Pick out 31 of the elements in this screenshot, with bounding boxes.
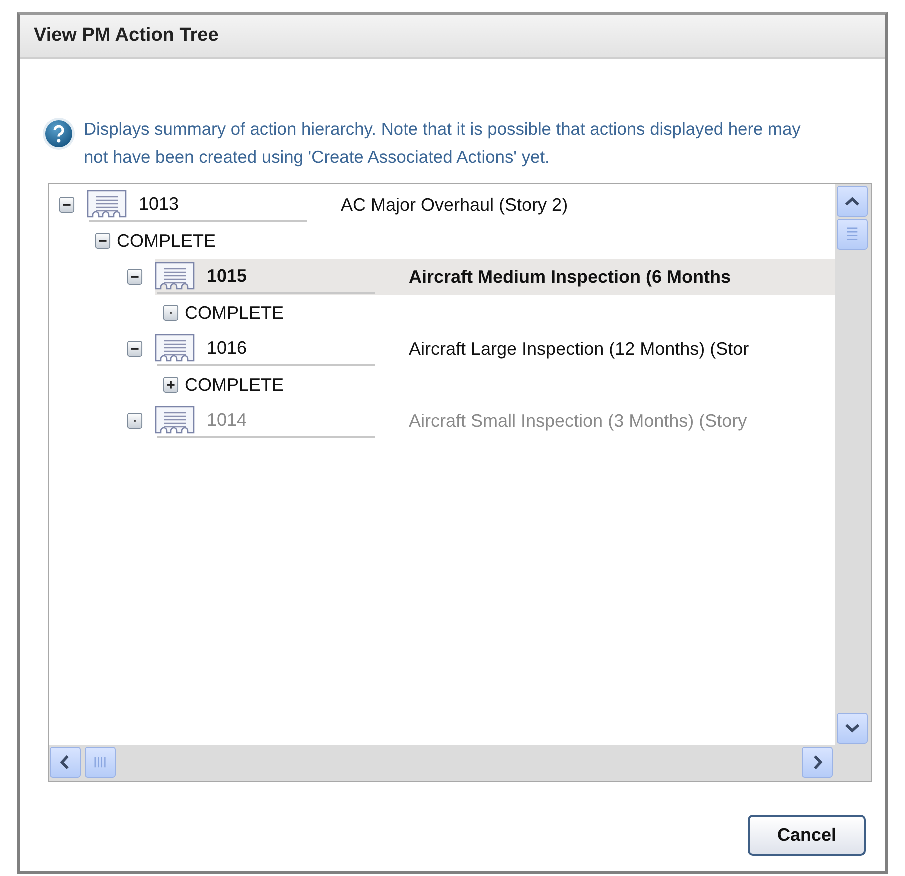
help-icon xyxy=(42,117,76,151)
action-description: AC Major Overhaul (Story 2) xyxy=(341,194,568,216)
scroll-down-button[interactable] xyxy=(837,713,868,744)
scroll-up-button[interactable] xyxy=(837,186,868,217)
action-description: Aircraft Large Inspection (12 Months) (Stor xyxy=(409,338,750,360)
collapse-icon[interactable] xyxy=(95,233,111,249)
collapse-icon[interactable] xyxy=(59,197,75,213)
scroll-thumb[interactable] xyxy=(85,747,116,778)
scroll-thumb[interactable] xyxy=(837,219,868,250)
expand-icon[interactable] xyxy=(163,377,179,393)
collapse-icon[interactable] xyxy=(127,341,143,357)
document-icon xyxy=(155,262,195,292)
leaf-toggle-icon[interactable] xyxy=(163,305,179,321)
vertical-scrollbar[interactable] xyxy=(835,184,871,745)
status-label: COMPLETE xyxy=(185,302,284,324)
collapse-icon[interactable] xyxy=(127,269,143,285)
action-description: Aircraft Medium Inspection (6 Months xyxy=(409,266,732,288)
info-text: Displays summary of action hierarchy. Note that it is possible that actions displayed here may not have been created using 'Create Associated Actions' yet. xyxy=(84,118,802,169)
status-label: COMPLETE xyxy=(185,374,284,396)
status-label: COMPLETE xyxy=(117,230,216,252)
scrollbar-corner xyxy=(835,745,871,781)
scroll-left-button[interactable] xyxy=(50,747,81,778)
scroll-right-button[interactable] xyxy=(802,747,833,778)
document-icon xyxy=(155,406,195,436)
tree-row[interactable]: 1015 Aircraft Medium Inspection (6 Months xyxy=(155,259,835,295)
document-icon xyxy=(155,334,195,364)
horizontal-scrollbar[interactable] xyxy=(49,745,835,781)
cancel-button[interactable]: Cancel xyxy=(748,815,866,856)
document-icon xyxy=(87,190,127,220)
window-title: View PM Action Tree xyxy=(20,15,885,59)
action-description: Aircraft Small Inspection (3 Months) (Story xyxy=(409,410,748,432)
